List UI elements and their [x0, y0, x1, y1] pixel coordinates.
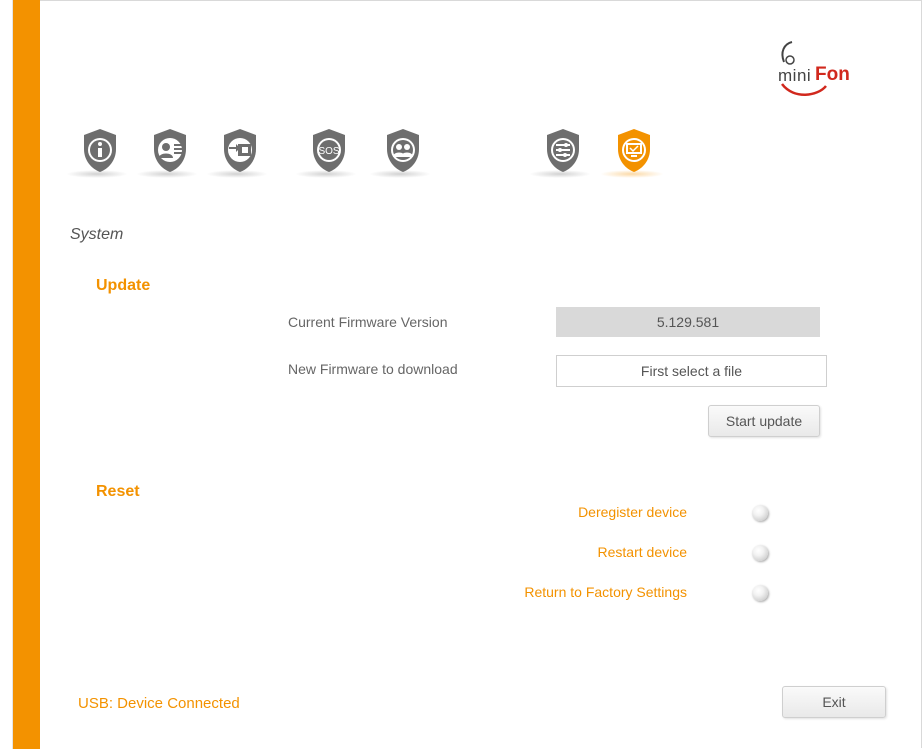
page-title: System [70, 226, 124, 243]
usb-status-text: USB: Device Connected [78, 695, 240, 712]
current-firmware-value: 5.129.581 [556, 307, 820, 337]
current-firmware-label: Current Firmware Version [288, 314, 448, 330]
blank-tab-placeholder [443, 130, 523, 178]
factory-reset-radio[interactable] [752, 585, 768, 601]
new-firmware-label: New Firmware to download [288, 361, 458, 377]
exit-button[interactable]: Exit [782, 686, 886, 718]
nav-tab-contacts[interactable] [150, 127, 190, 175]
nav-tab-settings[interactable] [543, 127, 583, 175]
svg-text:SOS: SOS [318, 146, 339, 157]
contact-list-icon [154, 129, 186, 172]
logo-mini-text: mini [778, 66, 812, 85]
transfer-icon [224, 129, 256, 172]
deregister-device-label: Deregister device [578, 504, 687, 520]
sliders-icon [547, 129, 579, 172]
factory-reset-label: Return to Factory Settings [524, 584, 687, 600]
nav-tab-transfer[interactable] [220, 127, 260, 175]
restart-device-label: Restart device [597, 544, 687, 560]
start-update-button[interactable]: Start update [708, 405, 820, 437]
reset-heading: Reset [96, 483, 140, 500]
sos-icon: SOS [313, 129, 345, 172]
deregister-device-radio[interactable] [752, 505, 768, 521]
firmware-file-picker[interactable]: First select a file [556, 355, 827, 387]
minifon-logo: mini Fon [774, 38, 850, 98]
nav-tab-system[interactable] [614, 127, 654, 175]
info-icon [84, 129, 116, 172]
nav-tab-sos[interactable]: SOS [309, 127, 349, 175]
nav-tab-info[interactable] [80, 127, 120, 175]
nav-tab-users[interactable] [383, 127, 423, 175]
update-heading: Update [96, 277, 151, 294]
restart-device-radio[interactable] [752, 545, 768, 561]
left-margin [0, 0, 13, 749]
accent-stripe [13, 0, 40, 749]
monitor-check-icon [618, 129, 650, 172]
logo-fon-text: Fon [815, 64, 850, 85]
users-icon [387, 129, 419, 172]
